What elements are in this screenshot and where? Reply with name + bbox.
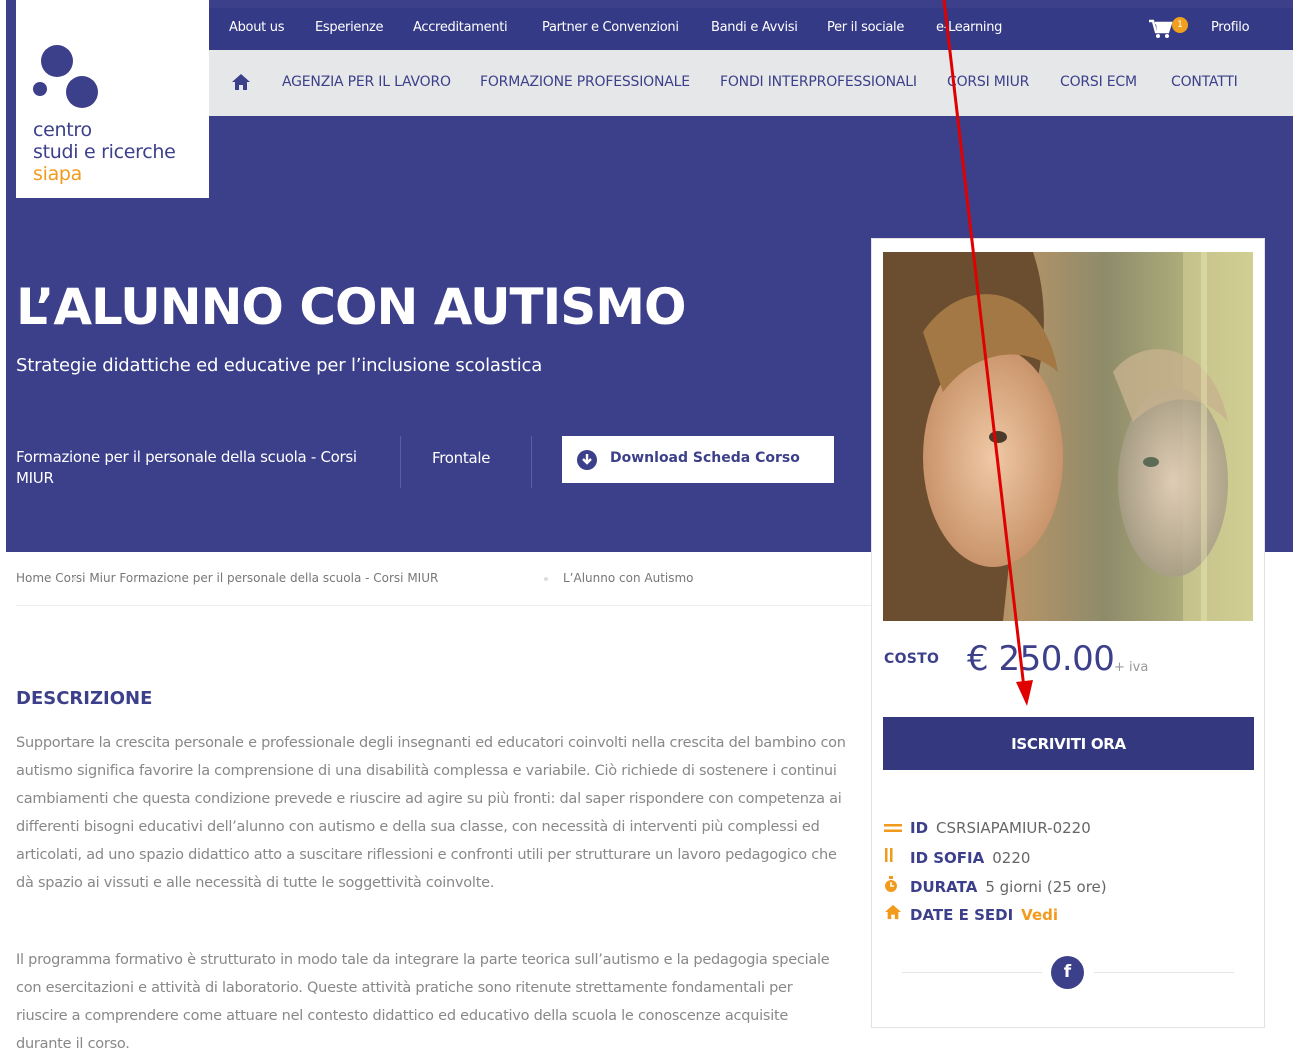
logo-text-centro: centro bbox=[33, 119, 92, 141]
logo-text-siapa: siapa bbox=[33, 163, 83, 185]
logo-dot-small bbox=[33, 82, 47, 96]
course-category: Formazione per il personale della scuola… bbox=[16, 448, 357, 487]
nav-fondi-interprofessionali[interactable]: FONDI INTERPROFESSIONALI bbox=[720, 74, 917, 90]
top-nav-elearning[interactable]: e-Learning bbox=[936, 20, 1002, 35]
breadcrumb-separator bbox=[544, 577, 548, 581]
meta-divider bbox=[400, 436, 401, 488]
breadcrumb-corsi-miur[interactable]: Corsi Miur bbox=[55, 571, 115, 585]
description-paragraph-2: Il programma formativo è strutturato in … bbox=[16, 952, 830, 1052]
nav-corsi-ecm[interactable]: CORSI ECM bbox=[1060, 74, 1137, 90]
download-course-label: Download Scheda Corso bbox=[610, 450, 800, 466]
cart-count-badge: 1 bbox=[1172, 17, 1188, 33]
breadcrumb-rule bbox=[16, 605, 874, 606]
top-nav-bandi[interactable]: Bandi e Avvisi bbox=[711, 20, 798, 35]
dates-row: DATE E SEDI Vedi bbox=[884, 904, 1058, 924]
dates-label: DATE E SEDI bbox=[910, 906, 1014, 924]
course-price: € 250.00 bbox=[967, 639, 1115, 679]
breadcrumb-separator bbox=[172, 577, 176, 581]
top-nav-about[interactable]: About us bbox=[229, 20, 284, 35]
page-title: L’ALUNNO CON AUTISMO bbox=[16, 278, 687, 336]
nav-formazione-professionale[interactable]: FORMAZIONE PROFESSIONALE bbox=[480, 74, 690, 90]
logo-dot-large bbox=[41, 45, 73, 77]
duration-value: 5 giorni (25 ore) bbox=[985, 878, 1107, 896]
share-divider-left bbox=[902, 972, 1042, 973]
home-icon[interactable] bbox=[231, 73, 251, 91]
top-nav-partner[interactable]: Partner e Convenzioni bbox=[542, 20, 679, 35]
sofia-id-row: ID SOFIA 0220 bbox=[884, 847, 1030, 867]
enroll-now-button[interactable]: ISCRIVITI ORA bbox=[883, 717, 1254, 770]
share-divider-right bbox=[1094, 972, 1234, 973]
pause-bars-icon bbox=[884, 847, 904, 867]
site-logo[interactable]: centro studi e ricerche siapa bbox=[16, 0, 209, 198]
stopwatch-icon bbox=[884, 876, 904, 896]
duration-label: DURATA bbox=[910, 878, 978, 896]
course-photo bbox=[883, 252, 1253, 621]
duration-row: DURATA 5 giorni (25 ore) bbox=[884, 876, 1107, 896]
facebook-share-button[interactable]: f bbox=[1051, 956, 1084, 989]
breadcrumb-category[interactable]: Formazione per il personale della scuola… bbox=[119, 571, 438, 585]
course-mode: Frontale bbox=[432, 449, 491, 467]
top-nav-sociale[interactable]: Per il sociale bbox=[827, 20, 904, 35]
logo-dot-medium bbox=[66, 76, 98, 108]
sofia-id-label: ID SOFIA bbox=[910, 849, 985, 867]
equals-icon bbox=[884, 819, 904, 837]
nav-agenzia-lavoro[interactable]: AGENZIA PER IL LAVORO bbox=[282, 74, 451, 90]
breadcrumb-home[interactable]: Home bbox=[16, 571, 51, 585]
breadcrumb-separator bbox=[72, 577, 76, 581]
top-nav: About us Esperienze Accreditamenti Partn… bbox=[209, 8, 1293, 50]
page-subtitle: Strategie didattiche ed educative per l’… bbox=[16, 355, 543, 376]
course-id-value: CSRSIAPAMIUR-0220 bbox=[936, 819, 1091, 837]
breadcrumb-current: L’Alunno con Autismo bbox=[563, 571, 694, 585]
sofia-id-value: 0220 bbox=[992, 849, 1031, 867]
course-id-label: ID bbox=[910, 819, 929, 837]
nav-corsi-miur[interactable]: CORSI MIUR bbox=[947, 74, 1029, 90]
page: About us Esperienze Accreditamenti Partn… bbox=[0, 0, 1293, 1054]
top-nav-esperienze[interactable]: Esperienze bbox=[315, 20, 384, 35]
download-course-button[interactable]: Download Scheda Corso bbox=[562, 436, 834, 483]
description-paragraph-1: Supportare la crescita personale e profe… bbox=[16, 735, 846, 891]
course-card: COSTO € 250.00 + iva ISCRIVITI ORA ID CSR… bbox=[871, 238, 1265, 1028]
download-icon bbox=[577, 450, 597, 470]
main-nav: AGENZIA PER IL LAVORO FORMAZIONE PROFESS… bbox=[209, 50, 1293, 116]
dates-see-link[interactable]: Vedi bbox=[1021, 906, 1058, 924]
home-icon bbox=[884, 904, 904, 924]
logo-text-studi: studi e ricerche bbox=[33, 141, 176, 163]
cost-label: COSTO bbox=[884, 651, 940, 667]
top-nav-profilo[interactable]: Profilo bbox=[1211, 20, 1250, 35]
nav-contatti[interactable]: CONTATTI bbox=[1171, 74, 1238, 90]
vat-note: + iva bbox=[1114, 660, 1149, 675]
description-title: DESCRIZIONE bbox=[16, 688, 153, 709]
meta-divider bbox=[531, 436, 532, 488]
course-id-row: ID CSRSIAPAMIUR-0220 bbox=[884, 819, 1091, 837]
top-nav-accreditamenti[interactable]: Accreditamenti bbox=[413, 20, 508, 35]
breadcrumb: Home Corsi Miur Formazione per il person… bbox=[16, 571, 694, 587]
